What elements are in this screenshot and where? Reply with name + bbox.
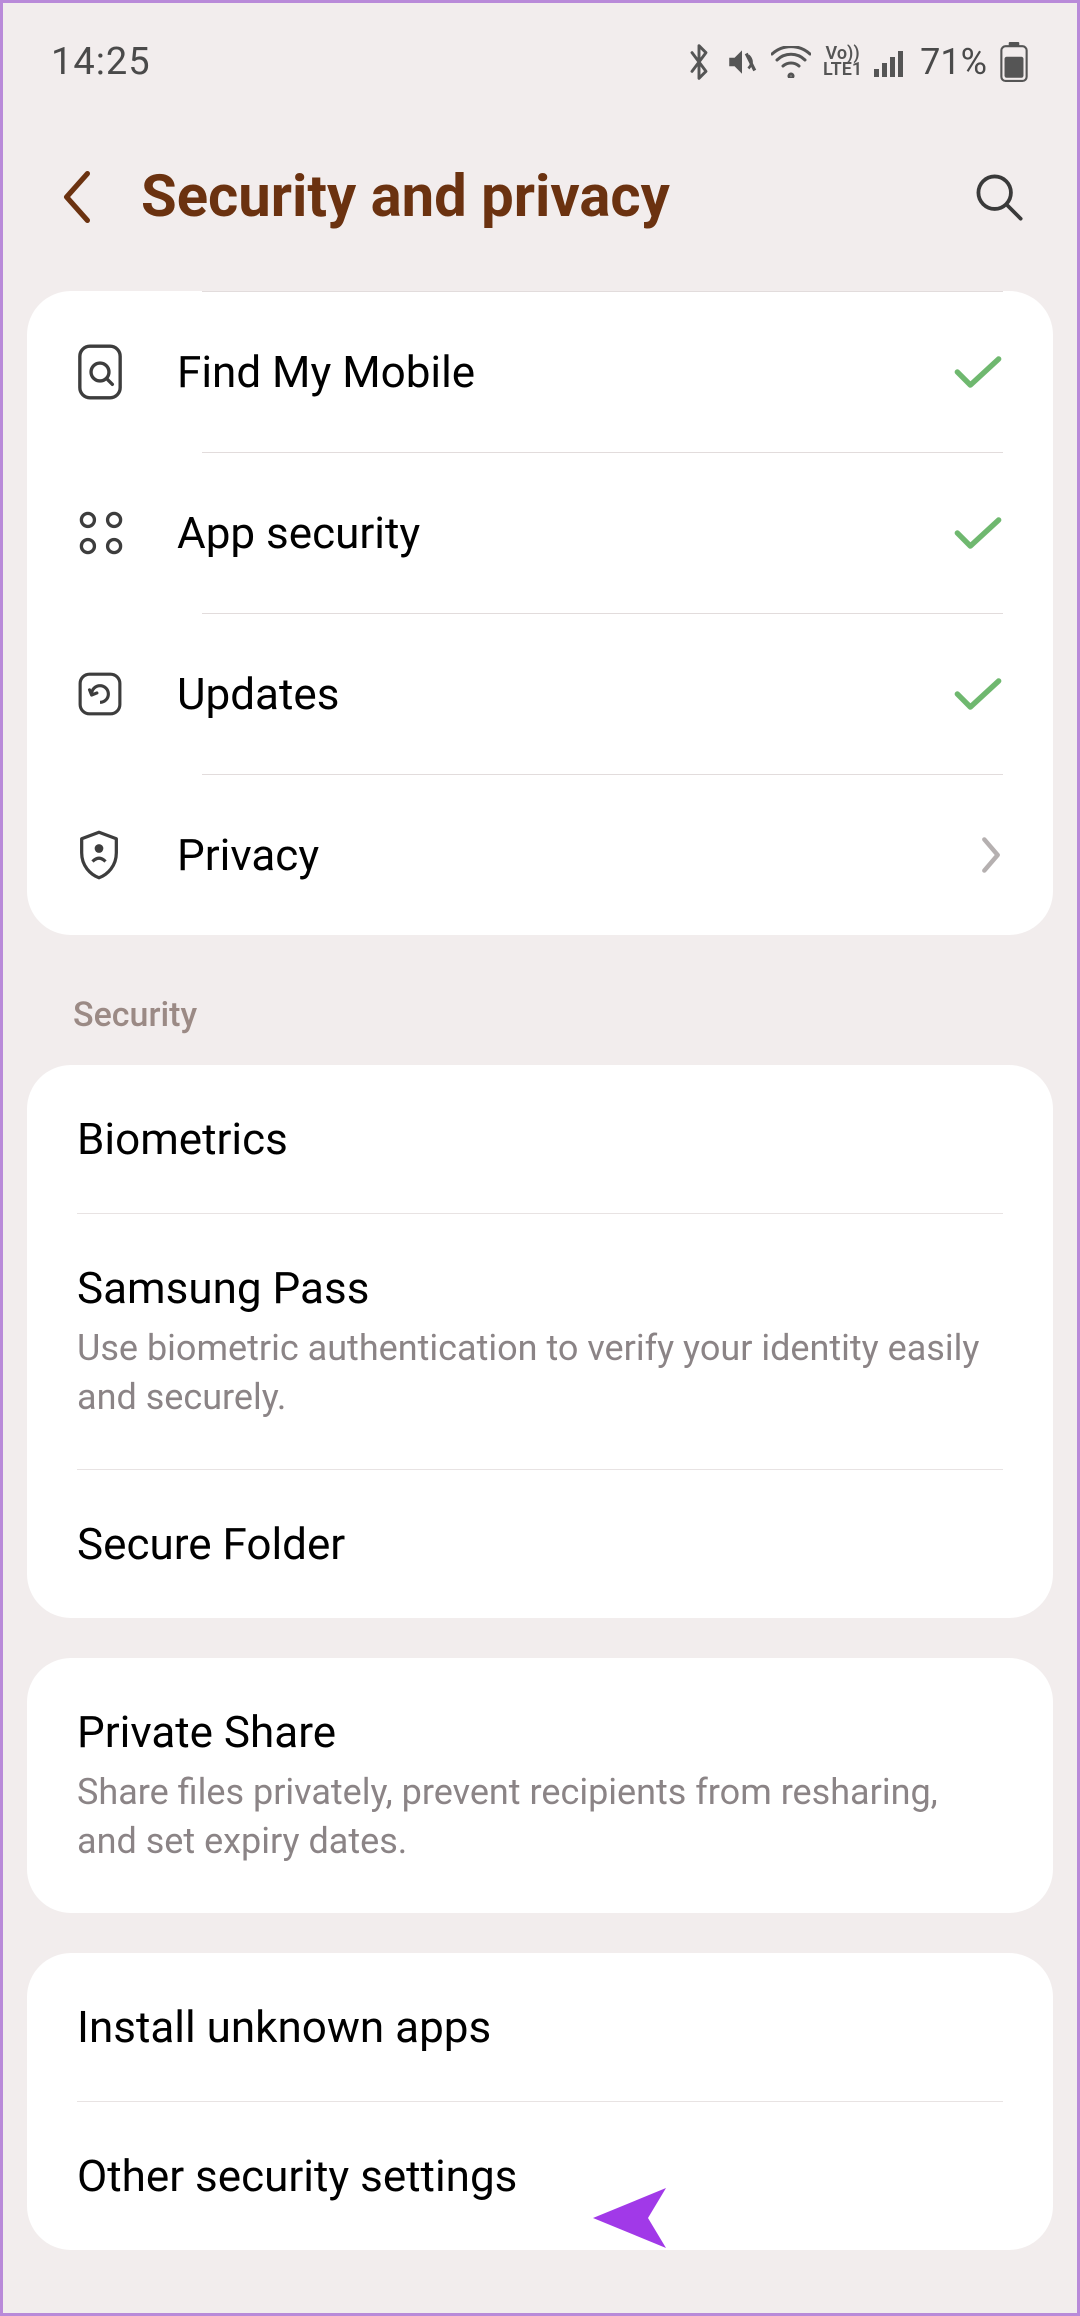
check-icon [943, 515, 1003, 551]
row-secure-folder[interactable]: Secure Folder [27, 1470, 1053, 1618]
private-share-card: Private Share Share files privately, pre… [27, 1658, 1053, 1913]
section-label-security: Security [3, 975, 1077, 1065]
other-settings-card: Install unknown apps Other security sett… [27, 1953, 1053, 2250]
search-icon [973, 171, 1025, 223]
page-title: Security and privacy [141, 163, 931, 231]
header: Security and privacy [3, 103, 1077, 281]
row-title: Other security settings [77, 2150, 1003, 2202]
row-title: Biometrics [77, 1113, 1003, 1165]
updates-icon [77, 671, 177, 717]
row-label: Privacy [177, 829, 943, 881]
bluetooth-icon [685, 43, 713, 81]
row-label: Updates [177, 668, 943, 720]
row-private-share[interactable]: Private Share Share files privately, pre… [27, 1658, 1053, 1913]
row-title: Samsung Pass [77, 1262, 1003, 1314]
check-icon [943, 354, 1003, 390]
row-biometrics[interactable]: Biometrics [27, 1065, 1053, 1213]
status-bar: 14:25 Vo))LTE1 71% [3, 3, 1077, 103]
row-label: App security [177, 507, 943, 559]
app-security-icon [77, 509, 177, 557]
mute-icon [725, 45, 759, 79]
row-install-unknown-apps[interactable]: Install unknown apps [27, 1953, 1053, 2101]
overview-card: Find My Mobile App security Updates Priv… [27, 291, 1053, 935]
row-app-security[interactable]: App security [27, 453, 1053, 613]
battery-percent: 71% [920, 41, 987, 83]
chevron-right-icon [943, 835, 1003, 875]
security-group-card: Biometrics Samsung Pass Use biometric au… [27, 1065, 1053, 1618]
row-privacy[interactable]: Privacy [27, 775, 1053, 935]
battery-icon [999, 42, 1029, 82]
row-other-security-settings[interactable]: Other security settings [27, 2102, 1053, 2250]
privacy-icon [77, 829, 177, 881]
find-my-mobile-icon [77, 344, 177, 400]
status-time: 14:25 [51, 40, 151, 84]
row-description: Use biometric authentication to verify y… [77, 1324, 1003, 1421]
row-samsung-pass[interactable]: Samsung Pass Use biometric authenticatio… [27, 1214, 1053, 1469]
row-updates[interactable]: Updates [27, 614, 1053, 774]
row-label: Find My Mobile [177, 346, 943, 398]
row-title: Secure Folder [77, 1518, 1003, 1570]
chevron-left-icon [61, 171, 93, 223]
row-title: Private Share [77, 1706, 1003, 1758]
row-find-my-mobile[interactable]: Find My Mobile [27, 292, 1053, 452]
row-title: Install unknown apps [77, 2001, 1003, 2053]
row-description: Share files privately, prevent recipient… [77, 1768, 1003, 1865]
check-icon [943, 676, 1003, 712]
wifi-icon [771, 46, 811, 78]
status-right: Vo))LTE1 71% [685, 41, 1029, 83]
signal-icon [874, 47, 908, 77]
volte-icon: Vo))LTE1 [823, 46, 862, 78]
back-button[interactable] [53, 173, 101, 221]
search-button[interactable] [971, 169, 1027, 225]
